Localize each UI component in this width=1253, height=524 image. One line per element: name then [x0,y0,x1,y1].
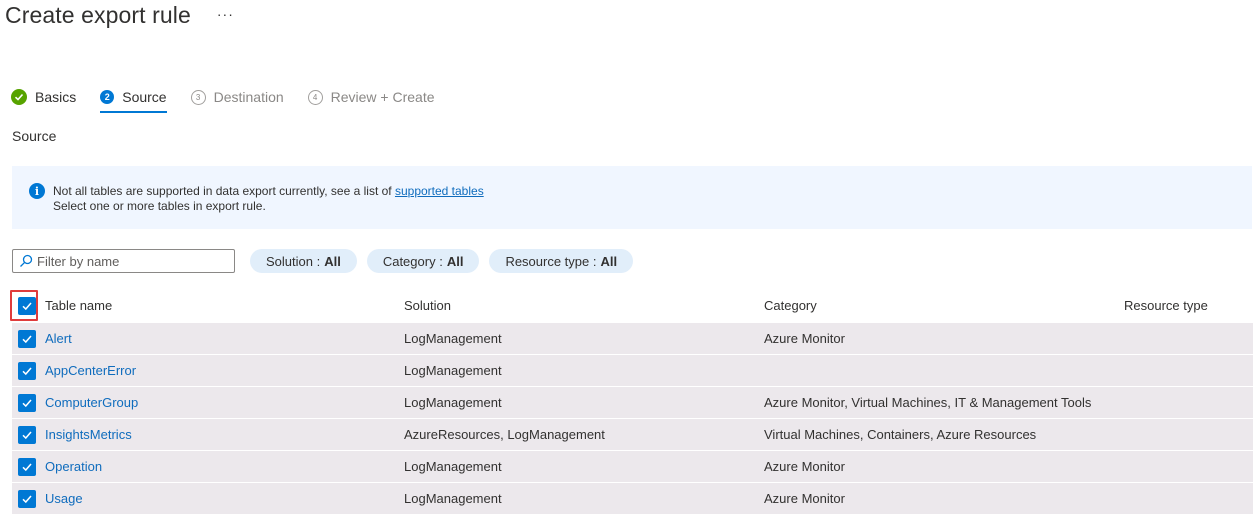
select-all-checkbox[interactable] [18,297,36,315]
filter-bar: Solution :All Category :All Resource typ… [12,249,643,273]
step-label: Destination [213,89,284,105]
row-checkbox[interactable] [18,426,36,444]
checkmark-icon [11,89,27,105]
checkmark-icon [22,399,32,408]
table-name-link[interactable]: Usage [45,483,83,514]
info-message: Not all tables are supported in data exp… [53,184,484,214]
solution-cell: LogManagement [404,331,502,346]
column-header-resource-type[interactable]: Resource type [1124,288,1208,323]
row-checkbox[interactable] [18,362,36,380]
solution-cell: LogManagement [404,395,502,410]
category-cell: Virtual Machines, Containers, Azure Reso… [764,427,1037,442]
info-banner: i Not all tables are supported in data e… [12,166,1252,229]
solution-cell: LogManagement [404,491,502,506]
checkmark-icon [22,367,32,376]
solution-filter-pill[interactable]: Solution : All [250,249,357,273]
table-row[interactable]: Operation LogManagement Azure Monitor [12,451,1253,483]
table-row[interactable]: InsightsMetrics AzureResources, LogManag… [12,419,1253,451]
pill-value: All [324,253,341,269]
category-cell: Azure Monitor [764,331,845,346]
checkmark-icon [22,302,32,311]
column-header-category[interactable]: Category [764,288,817,323]
supported-tables-link[interactable]: supported tables [395,184,484,198]
solution-cell: AzureResources, LogManagement [404,427,605,442]
pill-value: All [600,253,618,269]
category-cell: Azure Monitor [764,459,845,474]
step-number-icon: 3 [190,89,206,105]
solution-cell: LogManagement [404,459,502,474]
pill-label: Category : [382,253,443,269]
table-row[interactable]: AppCenterError LogManagement [12,355,1253,387]
checkmark-icon [22,431,32,440]
resource-type-filter-pill[interactable]: Resource type : All [489,249,634,273]
step-number-icon: 4 [307,89,323,105]
wizard-steps: Basics 2 Source 3 Destination 4 Review +… [11,86,459,113]
search-icon [20,254,33,267]
checkmark-icon [22,495,32,504]
section-heading: Source [12,128,57,144]
table-name-link[interactable]: InsightsMetrics [45,419,132,450]
step-label: Source [122,89,167,105]
step-number-icon: 2 [100,90,115,104]
filter-by-name-input[interactable] [37,253,217,269]
more-options-icon[interactable]: ··· [217,6,234,22]
table-row[interactable]: ComputerGroup LogManagement Azure Monito… [12,387,1253,419]
table-row[interactable]: Alert LogManagement Azure Monitor [12,323,1253,355]
step-label: Review + Create [330,89,435,105]
category-cell: Azure Monitor, Virtual Machines, IT & Ma… [764,395,1092,410]
step-destination[interactable]: 3 Destination [190,86,284,108]
table-name-link[interactable]: AppCenterError [45,355,136,386]
checkmark-icon [22,335,32,344]
info-line-2: Select one or more tables in export rule… [53,199,266,213]
row-checkbox[interactable] [18,490,36,508]
pill-value: All [446,253,464,269]
page-title: Create export rule [5,2,191,28]
info-line-1: Not all tables are supported in data exp… [53,184,395,198]
filter-input-box[interactable] [12,249,235,273]
row-checkbox[interactable] [18,458,36,476]
category-filter-pill[interactable]: Category : All [366,249,480,273]
pill-label: Resource type : [505,253,597,269]
column-header-table-name[interactable]: Table name [45,288,112,323]
page-header: Create export rule ··· [5,2,234,29]
table-name-link[interactable]: Operation [45,451,102,482]
step-label: Basics [35,89,77,105]
solution-cell: LogManagement [404,363,502,378]
row-checkbox[interactable] [18,394,36,412]
step-source[interactable]: 2 Source [100,86,167,113]
tables-grid: Table name Solution Category Resource ty… [10,288,1253,515]
category-cell: Azure Monitor [764,491,845,506]
step-basics[interactable]: Basics [11,86,76,108]
table-row[interactable]: Usage LogManagement Azure Monitor [12,483,1253,515]
table-name-link[interactable]: Alert [45,323,72,354]
pill-label: Solution : [266,253,321,269]
info-icon: i [29,183,45,199]
checkmark-icon [22,463,32,472]
column-header-solution[interactable]: Solution [404,288,451,323]
table-name-link[interactable]: ComputerGroup [45,387,138,418]
step-review-create[interactable]: 4 Review + Create [307,86,435,108]
row-checkbox[interactable] [18,330,36,348]
table-header: Table name Solution Category Resource ty… [10,288,1253,323]
